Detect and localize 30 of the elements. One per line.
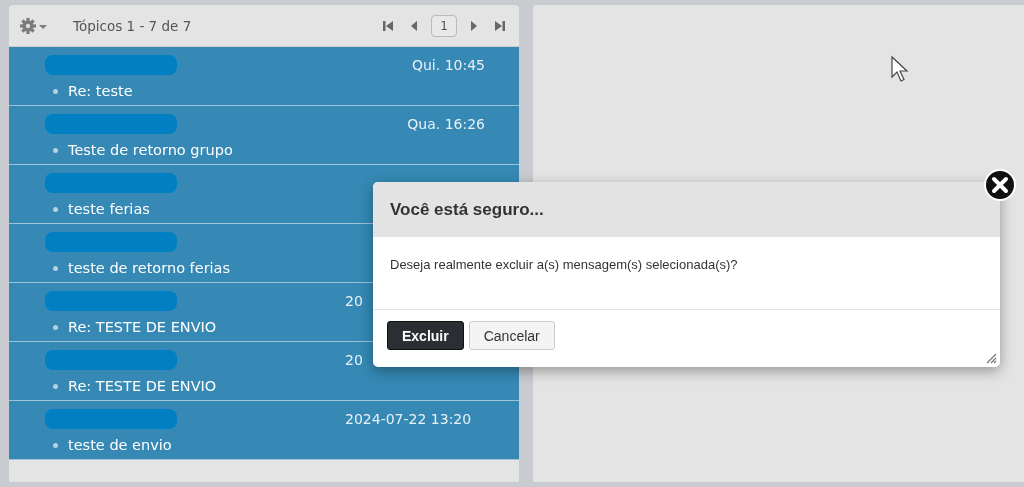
page-number[interactable]: 1: [431, 14, 457, 37]
topic-subject: Re: TESTE DE ENVIO: [68, 319, 217, 335]
bullet-icon: [53, 147, 58, 153]
topic-subject: teste de retorno ferias: [68, 260, 231, 276]
mouse-cursor-icon: [890, 55, 910, 83]
bullet-icon: [53, 88, 58, 94]
topic-subject: teste ferias: [68, 201, 150, 217]
topic-row[interactable]: Qui. 10:45 Re: teste: [9, 47, 519, 106]
cancel-button[interactable]: Cancelar: [468, 321, 555, 350]
topic-date: 20: [345, 293, 363, 309]
topic-date: 20: [345, 352, 363, 368]
topic-subject: Re: teste: [68, 83, 133, 99]
bullet-icon: [53, 265, 58, 271]
topic-count: Tópicos 1 - 7 de 7: [73, 17, 193, 34]
bullet-icon: [53, 206, 58, 212]
topic-row[interactable]: 2024-07-22 13:20 teste de envio: [9, 401, 519, 460]
topic-subject: Teste de retorno grupo: [68, 142, 233, 158]
topic-date: Qua. 16:26: [407, 116, 485, 132]
bullet-icon: [53, 442, 58, 448]
bullet-icon: [53, 383, 58, 389]
topic-date: Qui. 10:45: [411, 57, 485, 73]
settings-icon[interactable]: [19, 16, 49, 35]
topic-subject: Re: TESTE DE ENVIO: [68, 378, 217, 394]
topic-subject: teste de envio: [68, 437, 172, 453]
delete-button[interactable]: Excluir: [387, 321, 464, 350]
resize-grip-icon[interactable]: [985, 352, 997, 364]
close-icon[interactable]: [984, 169, 1016, 201]
topic-date: 2024-07-22 13:20: [345, 411, 472, 427]
bullet-icon: [53, 324, 58, 330]
topic-row[interactable]: Qua. 16:26 Teste de retorno grupo: [9, 106, 519, 165]
